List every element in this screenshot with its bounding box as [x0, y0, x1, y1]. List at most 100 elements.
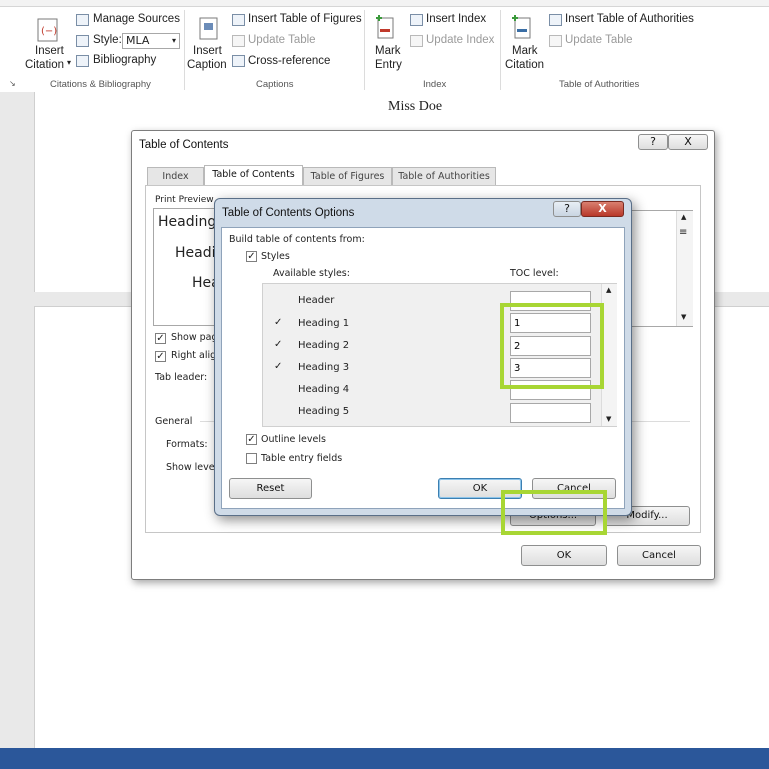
tab-table-of-figures[interactable]: Table of Figures	[303, 167, 392, 185]
show-page-numbers-checkbox[interactable]: ✓	[155, 333, 166, 344]
citations-group-label: Citations & Bibliography	[50, 79, 151, 90]
general-label: General	[155, 416, 193, 427]
available-styles-header: Available styles:	[273, 268, 350, 279]
insert-citation-icon[interactable]: (−)	[35, 17, 61, 43]
cross-reference-button[interactable]: Cross-reference	[248, 55, 330, 67]
insert-citation-label-1[interactable]: Insert	[35, 45, 64, 57]
mark-citation-label-2[interactable]: Citation	[505, 59, 544, 71]
preview-heading-1: Heading	[158, 214, 217, 230]
cross-reference-icon	[232, 55, 245, 67]
toc-level-header: TOC level:	[510, 268, 559, 279]
close-button[interactable]: X	[668, 134, 708, 150]
style-label: Style:	[93, 34, 122, 46]
mark-entry-icon[interactable]	[373, 12, 397, 42]
update-table-button[interactable]: Update Table	[248, 34, 316, 46]
authorities-group-label: Table of Authorities	[559, 79, 640, 90]
reset-button[interactable]: Reset	[229, 478, 312, 499]
style-name-heading-4: Heading 4	[298, 384, 350, 395]
scroll-down-icon[interactable]: ▼	[681, 313, 686, 321]
scroll-up-icon[interactable]: ▲	[606, 286, 611, 294]
toc-level-input-heading-5[interactable]	[510, 403, 591, 423]
outline-levels-label: Outline levels	[261, 434, 326, 445]
status-bar	[0, 748, 769, 769]
group-divider	[364, 10, 365, 90]
group-divider	[184, 10, 185, 90]
styles-checkbox[interactable]: ✓	[246, 251, 257, 262]
tab-table-of-authorities[interactable]: Table of Authorities	[392, 167, 496, 185]
insert-caption-label-2[interactable]: Caption	[187, 59, 227, 71]
mark-citation-icon[interactable]	[509, 12, 535, 42]
chevron-down-icon[interactable]: ▾	[67, 58, 71, 67]
mark-entry-label-1[interactable]: Mark	[375, 45, 401, 57]
style-checkmark: ✓	[274, 339, 283, 350]
right-align-label: Right alig	[171, 350, 217, 361]
mark-citation-label-1[interactable]: Mark	[512, 45, 538, 57]
build-from-label: Build table of contents from:	[229, 234, 365, 245]
scroll-thumb-icon[interactable]: ≡	[679, 227, 687, 238]
tab-index[interactable]: Index	[147, 167, 204, 185]
document-author-text: Miss Doe	[388, 99, 443, 114]
bibliography-icon	[76, 55, 89, 67]
styles-label: Styles	[261, 251, 290, 262]
update-table-icon	[232, 35, 245, 47]
insert-table-of-authorities-icon	[549, 14, 562, 26]
manage-sources-button[interactable]: Manage Sources	[93, 13, 180, 25]
svg-text:(−): (−)	[41, 26, 57, 37]
style-name-heading-5: Heading 5	[298, 406, 350, 417]
help-icon: ?	[564, 202, 570, 215]
style-name-heading-3: Heading 3	[298, 362, 350, 373]
dialog-launcher-icon[interactable]: ↘	[9, 79, 16, 88]
insert-caption-label-1[interactable]: Insert	[193, 45, 222, 57]
highlight-toc-levels	[500, 303, 604, 389]
update-table-authorities-button[interactable]: Update Table	[565, 34, 633, 46]
tab-leader-label: Tab leader:	[155, 372, 208, 383]
style-icon	[76, 35, 89, 47]
insert-index-button[interactable]: Insert Index	[426, 13, 486, 25]
print-preview-box: Heading Headi Hea	[153, 208, 220, 326]
bibliography-button[interactable]: Bibliography	[93, 54, 156, 66]
style-name-heading-2: Heading 2	[298, 340, 350, 351]
options-help-button[interactable]: ?	[553, 201, 581, 217]
table-entry-fields-label: Table entry fields	[261, 453, 343, 464]
ribbon: (−) Insert Citation ▾ Manage Sources Sty…	[0, 0, 769, 93]
captions-group-label: Captions	[256, 79, 294, 90]
index-group-label: Index	[423, 79, 447, 90]
update-table-authorities-icon	[549, 35, 562, 47]
formats-label: Formats:	[166, 439, 208, 450]
mark-entry-label-2[interactable]: Entry	[375, 59, 402, 71]
close-icon: X	[684, 135, 692, 148]
table-entry-fields-checkbox[interactable]	[246, 453, 257, 464]
toc-cancel-button[interactable]: Cancel	[617, 545, 701, 566]
insert-table-of-authorities-button[interactable]: Insert Table of Authorities	[565, 13, 694, 25]
tab-table-of-contents[interactable]: Table of Contents	[204, 165, 303, 185]
options-close-button[interactable]: X	[581, 201, 624, 217]
insert-citation-label-2[interactable]: Citation	[25, 59, 64, 71]
chevron-down-icon: ▾	[171, 36, 176, 45]
style-checkmark: ✓	[274, 317, 283, 328]
outline-levels-checkbox[interactable]: ✓	[246, 434, 257, 445]
style-select[interactable]: MLA ▾	[122, 33, 180, 49]
close-icon: X	[598, 202, 607, 215]
toc-ok-button[interactable]: OK	[521, 545, 607, 566]
style-name-header: Header	[298, 295, 335, 306]
scrollbar[interactable]: ▲ ≡ ▼	[676, 211, 693, 326]
scroll-up-icon[interactable]: ▲	[681, 213, 686, 221]
insert-caption-icon[interactable]	[198, 16, 220, 42]
help-button[interactable]: ?	[638, 134, 668, 150]
group-divider	[500, 10, 501, 90]
right-align-checkbox[interactable]: ✓	[155, 351, 166, 362]
insert-table-of-figures-button[interactable]: Insert Table of Figures	[248, 13, 362, 25]
insert-index-icon	[410, 14, 423, 26]
manage-sources-icon	[76, 14, 89, 26]
style-checkmark: ✓	[274, 361, 283, 372]
help-icon: ?	[650, 135, 656, 148]
highlight-options-button	[501, 490, 607, 535]
toc-dialog-title: Table of Contents	[139, 139, 229, 151]
scroll-down-icon[interactable]: ▼	[606, 415, 611, 423]
preview-heading-2: Headi	[175, 245, 216, 261]
print-preview-label: Print Preview	[155, 195, 214, 205]
update-index-icon	[410, 35, 423, 47]
toc-options-title: Table of Contents Options	[222, 207, 355, 219]
update-index-button[interactable]: Update Index	[426, 34, 494, 46]
show-page-numbers-label: Show pag	[171, 332, 218, 343]
